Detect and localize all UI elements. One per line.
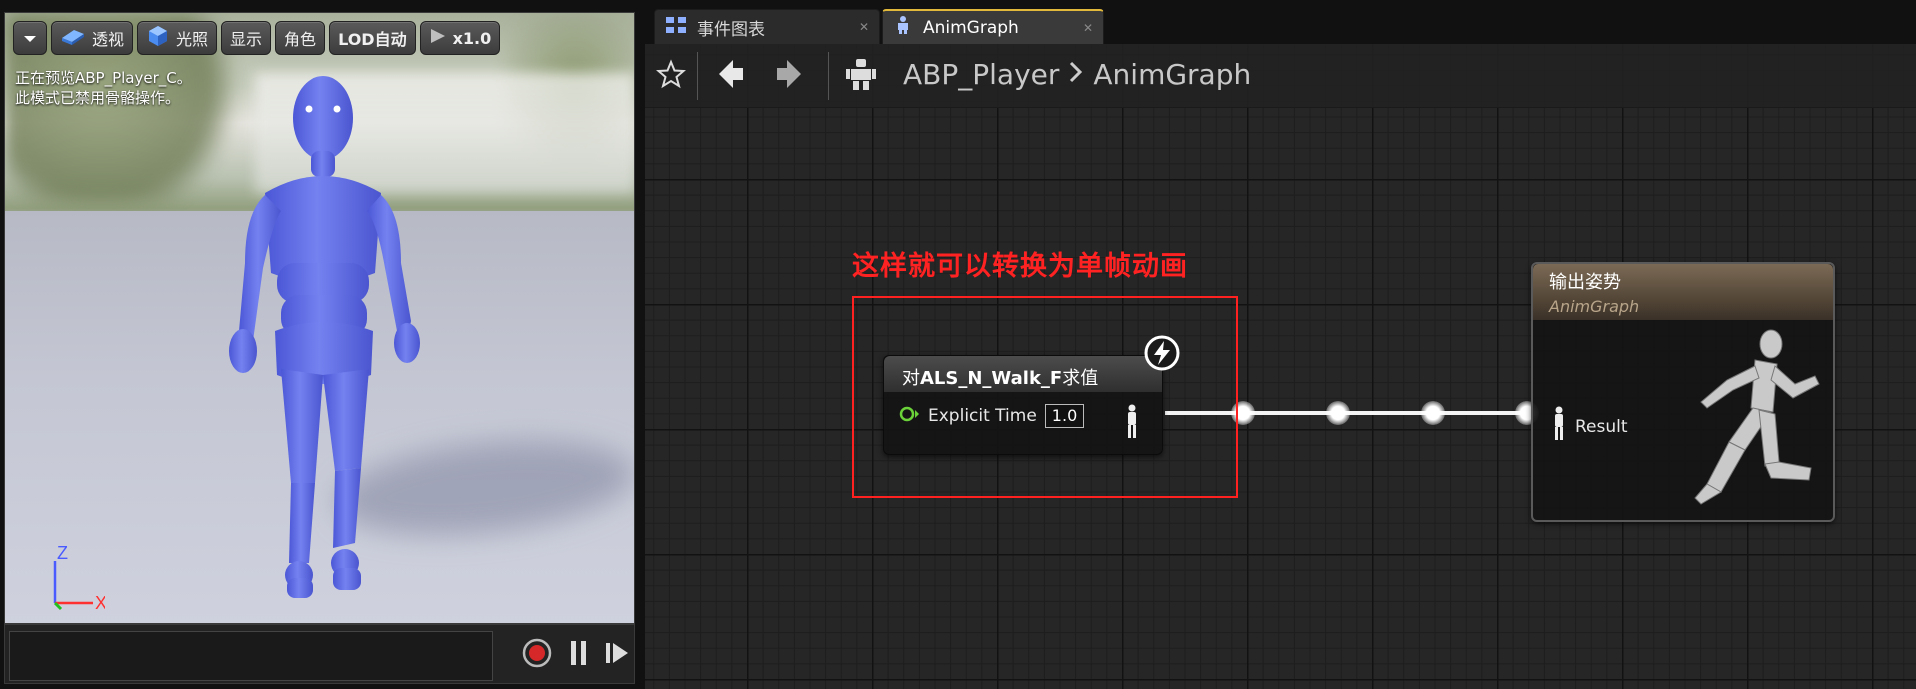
show-button[interactable]: 显示: [221, 21, 272, 55]
toolbar-separator: [697, 52, 698, 100]
node-title-suffix: 求值: [1062, 368, 1099, 389]
tab-event-graph[interactable]: 事件图表 ✕: [654, 9, 880, 44]
result-pin-row: Result: [1551, 406, 1628, 447]
breadcrumb-current[interactable]: AnimGraph: [1093, 58, 1251, 91]
tab-label: AnimGraph: [923, 17, 1019, 38]
star-icon: [655, 59, 687, 93]
viewport-options-button[interactable]: [13, 21, 47, 55]
character-button[interactable]: 角色: [275, 21, 326, 55]
record-icon: [521, 637, 553, 673]
bookmark-button[interactable]: [651, 56, 691, 96]
anim-graph-canvas[interactable]: ABP_Player AnimGraph 这样就可以转换为单帧动画 对ALS_N…: [645, 44, 1916, 689]
chevron-right-icon: [1069, 60, 1083, 90]
evaluate-sequence-node[interactable]: 对ALS_N_Walk_F求值 Explicit Time 1.0: [883, 355, 1163, 455]
skeleton-icon: [845, 57, 877, 95]
anim-blueprint-editor: 透视 光照 显示 角色 LOD自动 x1.0 正在预览ABP_Player_C。…: [0, 0, 1916, 689]
node-subtitle: AnimGraph: [1549, 297, 1640, 316]
step-forward-button[interactable]: [599, 637, 635, 673]
document-tab-bar: 事件图表 ✕ AnimGraph ✕: [642, 6, 1916, 44]
tab-animgraph[interactable]: AnimGraph ✕: [882, 9, 1104, 44]
annotation-text: 这样就可以转换为单帧动画: [852, 251, 1188, 282]
show-label: 显示: [230, 30, 263, 49]
lighting-label: 光照: [176, 30, 209, 49]
viewport-toolbar: 透视 光照 显示 角色 LOD自动 x1.0: [13, 21, 501, 55]
bone-manipulation-info-line: 此模式已禁用骨骼操作。: [15, 89, 181, 107]
breadcrumb-root[interactable]: ABP_Player: [903, 58, 1059, 91]
lit-sphere-icon: [146, 24, 170, 52]
breadcrumb: ABP_Player AnimGraph: [903, 58, 1251, 91]
step-forward-icon: [604, 640, 630, 670]
graph-toolbar: ABP_Player AnimGraph: [645, 44, 1916, 108]
arrow-left-icon: [717, 58, 745, 94]
lod-button[interactable]: LOD自动: [329, 21, 416, 55]
perspective-cube-icon: [60, 26, 86, 50]
pause-button[interactable]: [561, 637, 597, 673]
node-title: 对ALS_N_Walk_F求值: [884, 356, 1162, 392]
close-icon[interactable]: ✕: [1083, 21, 1093, 35]
character-label: 角色: [284, 30, 317, 49]
forward-button[interactable]: [769, 56, 809, 96]
viewport-info: 正在预览ABP_Player_C。 此模式已禁用骨骼操作。: [15, 68, 192, 108]
axis-gizmo-icon: Z X: [53, 543, 105, 613]
timeline-field[interactable]: [9, 631, 493, 681]
viewport-transport-bar: [4, 624, 635, 684]
close-icon[interactable]: ✕: [859, 20, 869, 34]
chevron-down-icon: [23, 29, 37, 48]
node-title-asset: ALS_N_Walk_F: [920, 368, 1063, 389]
fast-path-lightning-icon: [1143, 334, 1181, 372]
running-mannequin-icon: [1694, 329, 1820, 505]
node-header: 输出姿势 AnimGraph: [1533, 264, 1833, 320]
preview-viewport[interactable]: 透视 光照 显示 角色 LOD自动 x1.0 正在预览ABP_Player_C。…: [4, 12, 635, 624]
node-title-prefix: 对: [902, 368, 920, 389]
skeleton-icon: [893, 15, 913, 40]
result-label: Result: [1575, 416, 1628, 437]
pose-input-pin-icon[interactable]: [1551, 406, 1567, 447]
record-button[interactable]: [519, 637, 555, 673]
axis-x-label: X: [95, 593, 105, 613]
perspective-label: 透视: [92, 30, 125, 49]
node-title: 输出姿势: [1549, 272, 1621, 293]
wire-reroute-dot[interactable]: [1421, 401, 1445, 425]
axis-z-label: Z: [57, 543, 68, 563]
tab-label: 事件图表: [697, 19, 765, 40]
pause-icon: [568, 639, 590, 671]
explicit-time-label: Explicit Time: [928, 406, 1037, 426]
wire-reroute-dot[interactable]: [1326, 401, 1350, 425]
toolbar-separator: [828, 52, 829, 100]
playback-speed-label: x1.0: [452, 28, 492, 48]
float-pin-icon[interactable]: [898, 405, 920, 428]
lighting-button[interactable]: 光照: [137, 21, 218, 55]
play-triangle-icon: [429, 27, 447, 49]
perspective-button[interactable]: 透视: [51, 21, 134, 55]
explicit-time-input[interactable]: 1.0: [1044, 404, 1085, 428]
pose-output-pin-icon[interactable]: [1124, 404, 1140, 444]
playback-speed-button[interactable]: x1.0: [419, 21, 501, 55]
preview-info-line: 正在预览ABP_Player_C。: [15, 69, 192, 87]
event-graph-icon: [665, 16, 687, 39]
mannequin-character: [229, 76, 420, 598]
lod-label: LOD自动: [338, 30, 407, 49]
output-pose-node[interactable]: 输出姿势 AnimGraph Result: [1531, 262, 1835, 522]
back-button[interactable]: [711, 56, 751, 96]
arrow-right-icon: [775, 58, 803, 94]
skeleton-asset-button[interactable]: [841, 56, 881, 96]
explicit-time-pin-row: Explicit Time 1.0: [898, 404, 1085, 428]
